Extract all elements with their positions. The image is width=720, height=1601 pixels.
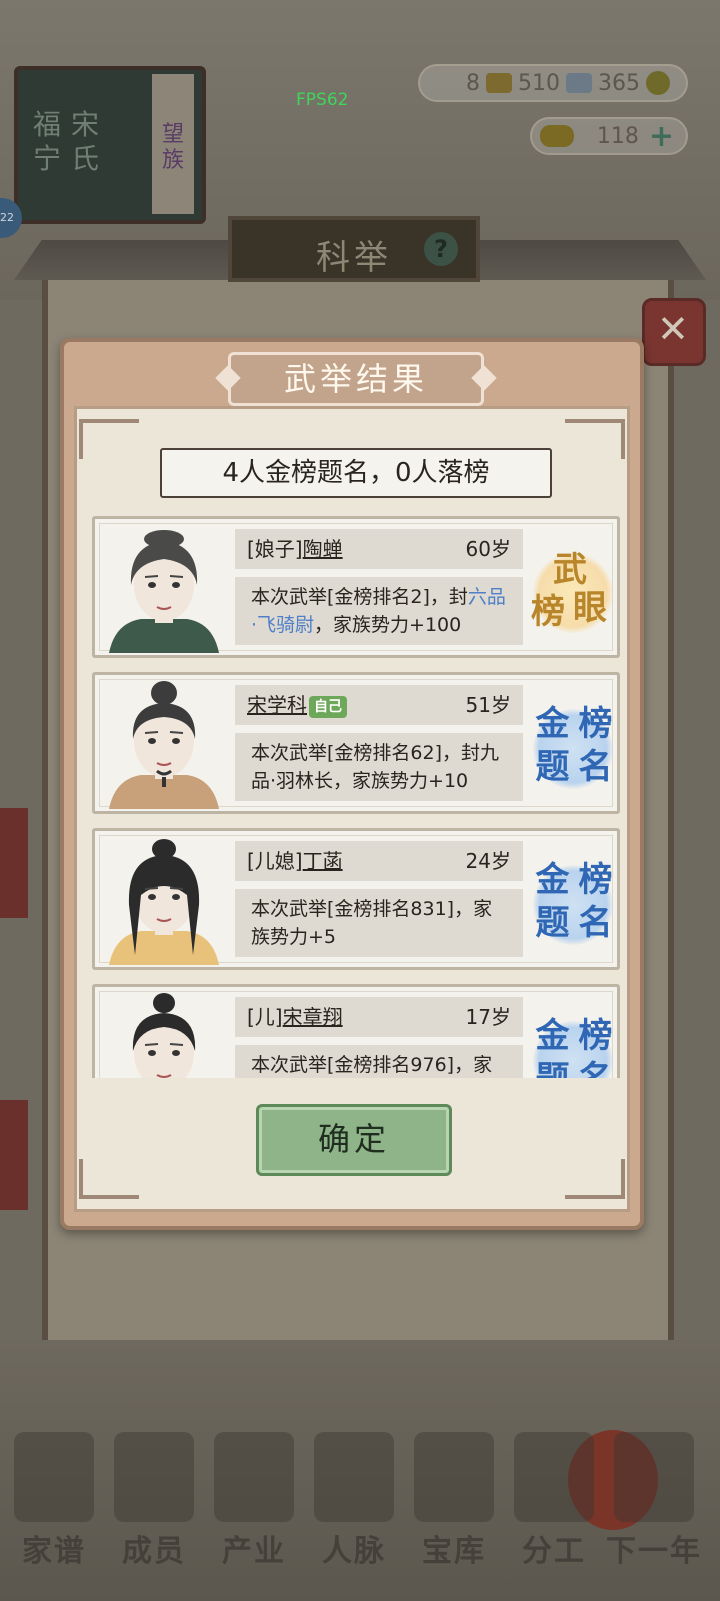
result-card[interactable]: [娘子]陶蝉 60岁本次武举[金榜排名2]，封六品·飞骑尉，家族势力+100 武榜眼 xyxy=(92,516,620,658)
result-description: 本次武举[金榜排名2]，封六品·飞骑尉，家族势力+100 xyxy=(235,577,523,645)
nav-item-network[interactable]: 人脉 xyxy=(306,1418,402,1588)
nav-label: 成员 xyxy=(122,1534,186,1569)
member-age: 51岁 xyxy=(465,693,511,717)
result-text: 本次武举[金榜排名831]，家族势力+5 xyxy=(251,898,493,948)
gold-ingot-icon xyxy=(540,125,574,147)
self-badge: 自己 xyxy=(309,695,347,718)
clan-rank-strip: 望族 xyxy=(152,74,194,214)
resource-2-value: 510 xyxy=(518,70,560,96)
network-icon xyxy=(314,1432,394,1522)
clan-name-col2: 宋氏 xyxy=(70,108,99,175)
member-name-row: [儿]宋章翔 17岁 xyxy=(235,997,523,1037)
resource-3-value: 365 xyxy=(598,70,640,96)
result-description: 本次武举[金榜排名976]，家 xyxy=(235,1045,523,1078)
clan-plaque[interactable]: 福宁 宋氏 望族 xyxy=(14,66,206,224)
result-text-suffix: ，家族势力+100 xyxy=(314,614,462,636)
result-card[interactable]: [儿]宋章翔 17岁本次武举[金榜排名976]，家 金榜题名 xyxy=(92,984,620,1078)
frame-corner xyxy=(79,419,139,459)
close-icon: ✕ xyxy=(657,307,689,351)
screen-title: 科举 xyxy=(316,238,392,278)
portrait-young-man xyxy=(101,991,227,1078)
member-relation: [儿媳] xyxy=(247,849,303,873)
member-name-row: [儿媳]丁菡 24岁 xyxy=(235,841,523,881)
result-dialog: 武举结果 4人金榜题名，0人落榜 [娘子]陶蝉 60岁本次武举[金榜排名2]，封六… xyxy=(60,338,644,1230)
side-chip-2[interactable] xyxy=(0,1100,28,1210)
rank-stamp: 武榜眼 xyxy=(531,547,617,633)
stamp-text: 武榜眼 xyxy=(531,550,607,632)
member-age: 24岁 xyxy=(465,849,511,873)
nav-item-person[interactable]: 成员 xyxy=(106,1418,202,1588)
bottom-nav: 家谱 成员 产业 人脉 宝库 分工 下一年 xyxy=(0,1418,720,1588)
clan-rank: 望族 xyxy=(161,122,184,173)
member-name-link[interactable]: 宋章翔 xyxy=(283,1005,343,1029)
nav-item-building[interactable]: 产业 xyxy=(206,1418,302,1588)
nav-label: 人脉 xyxy=(322,1534,386,1569)
clan-name-col1: 福宁 xyxy=(32,108,61,175)
coin-icon xyxy=(646,71,670,95)
side-chip-1[interactable] xyxy=(0,808,28,918)
close-button[interactable]: ✕ xyxy=(642,298,706,366)
stamp-text: 金榜题名 xyxy=(535,704,613,787)
building-icon xyxy=(214,1432,294,1522)
member-name-row: [娘子]陶蝉 60岁 xyxy=(235,529,523,569)
stamp-text: 金榜题名 xyxy=(535,860,613,943)
nav-item-chest[interactable]: 宝库 xyxy=(406,1418,502,1588)
member-name-link[interactable]: 陶蝉 xyxy=(303,537,343,561)
result-description: 本次武举[金榜排名831]，家族势力+5 xyxy=(235,889,523,957)
rank-stamp: 金榜题名 xyxy=(531,859,617,945)
nav-label: 下一年 xyxy=(606,1534,702,1569)
book-icon xyxy=(14,1432,94,1522)
result-text: 本次武举[金榜排名976]，家 xyxy=(251,1054,493,1076)
nav-label: 分工 xyxy=(522,1534,586,1569)
nav-item-lantern[interactable]: 下一年 xyxy=(606,1418,702,1588)
member-name-link[interactable]: 丁菡 xyxy=(303,849,343,873)
resource-1-value: 8 xyxy=(466,70,480,96)
resource-bar[interactable]: 8 510 365 xyxy=(418,64,688,102)
jade-icon xyxy=(486,73,512,93)
result-text: 本次武举[金榜排名2]，封 xyxy=(251,586,468,608)
nav-label: 家谱 xyxy=(22,1534,86,1569)
lantern-icon xyxy=(614,1432,694,1522)
rank-stamp: 金榜题名 xyxy=(531,703,617,789)
person-icon xyxy=(114,1432,194,1522)
silver-icon xyxy=(566,73,592,93)
member-age: 60岁 xyxy=(465,537,511,561)
result-text: 本次武举[金榜排名62]，封九品·羽林长，家族势力+10 xyxy=(251,742,500,792)
nav-item-scroll[interactable]: 分工 xyxy=(506,1418,602,1588)
stamp-text: 金榜题名 xyxy=(535,1016,613,1078)
member-name-link[interactable]: 宋学科 xyxy=(247,693,307,717)
result-card[interactable]: [儿媳]丁菡 24岁本次武举[金榜排名831]，家族势力+5 金榜题名 xyxy=(92,828,620,970)
add-gold-icon[interactable]: + xyxy=(649,119,674,154)
nav-item-book[interactable]: 家谱 xyxy=(6,1418,102,1588)
result-summary: 4人金榜题名，0人落榜 xyxy=(160,448,552,498)
confirm-button[interactable]: 确定 xyxy=(256,1104,452,1176)
chest-icon xyxy=(414,1432,494,1522)
nav-label: 宝库 xyxy=(422,1534,486,1569)
member-relation: [儿] xyxy=(247,1005,283,1029)
frame-corner xyxy=(565,419,625,459)
rank-stamp: 金榜题名 xyxy=(531,1015,617,1078)
dialog-title: 武举结果 xyxy=(228,352,484,406)
gold-value: 118 xyxy=(596,123,639,149)
member-name-row: 宋学科 自己 51岁 xyxy=(235,685,523,725)
help-icon[interactable]: ? xyxy=(424,232,458,266)
result-card[interactable]: 宋学科 自己 51岁本次武举[金榜排名62]，封九品·羽林长，家族势力+10 金榜题名 xyxy=(92,672,620,814)
fps-counter: FPS62 xyxy=(296,90,349,110)
result-list[interactable]: [娘子]陶蝉 60岁本次武举[金榜排名2]，封六品·飞骑尉，家族势力+100 武榜眼… xyxy=(92,516,620,1078)
frame-corner xyxy=(565,1159,625,1199)
portrait-young-woman xyxy=(101,835,227,965)
portrait-middle-aged-man xyxy=(101,679,227,809)
screen-title-plaque: 科举 ? xyxy=(228,216,480,282)
portrait-elderly-woman xyxy=(101,523,227,653)
frame-corner xyxy=(79,1159,139,1199)
scroll-icon xyxy=(514,1432,594,1522)
gold-bar[interactable]: 118 + xyxy=(530,117,688,155)
nav-label: 产业 xyxy=(222,1534,286,1569)
member-age: 17岁 xyxy=(465,1005,511,1029)
member-relation: [娘子] xyxy=(247,537,303,561)
result-description: 本次武举[金榜排名62]，封九品·羽林长，家族势力+10 xyxy=(235,733,523,801)
